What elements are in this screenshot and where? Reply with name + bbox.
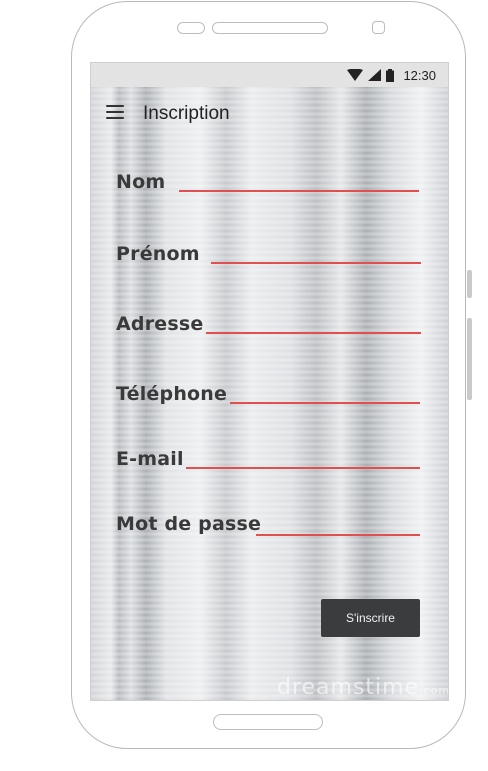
telephone-input[interactable]	[230, 402, 420, 404]
field-prenom[interactable]: Prénom	[116, 243, 421, 273]
signal-icon	[368, 69, 382, 81]
status-time: 12:30	[403, 67, 436, 83]
earpiece-speaker	[212, 22, 328, 34]
app-bar: Inscription	[91, 87, 448, 143]
adresse-input[interactable]	[206, 332, 421, 334]
email-input[interactable]	[186, 467, 420, 469]
wifi-icon	[347, 69, 364, 81]
home-button[interactable]	[213, 714, 323, 730]
nom-input[interactable]	[179, 190, 419, 192]
volume-button	[467, 270, 472, 298]
watermark-suffix: .com	[419, 684, 449, 697]
field-label: Adresse	[116, 313, 204, 335]
field-email[interactable]: E-mail	[116, 448, 421, 478]
front-camera	[372, 21, 385, 34]
battery-icon	[386, 68, 395, 82]
field-label: Nom	[116, 171, 166, 193]
hamburger-menu-icon[interactable]	[106, 105, 124, 119]
field-label: E-mail	[116, 448, 184, 470]
field-nom[interactable]: Nom	[116, 171, 421, 201]
status-bar: 12:30	[91, 63, 448, 87]
phone-screen: 12:30 Inscription Nom Prénom Adresse Tél…	[90, 62, 449, 701]
field-label: Téléphone	[116, 383, 228, 405]
page-title: Inscription	[143, 103, 230, 124]
field-label: Prénom	[116, 243, 200, 265]
field-label: Mot de passe	[116, 513, 262, 535]
prenom-input[interactable]	[211, 262, 421, 264]
power-button	[467, 318, 472, 400]
sinscrire-button[interactable]: S'inscrire	[321, 599, 420, 637]
field-mot-de-passe[interactable]: Mot de passe	[116, 513, 421, 543]
watermark-text: dreamstime	[277, 675, 420, 700]
earpiece-left	[177, 22, 205, 34]
password-input[interactable]	[256, 534, 420, 536]
watermark: dreamstime.com	[277, 675, 449, 700]
field-adresse[interactable]: Adresse	[116, 313, 421, 343]
field-telephone[interactable]: Téléphone	[116, 383, 421, 413]
